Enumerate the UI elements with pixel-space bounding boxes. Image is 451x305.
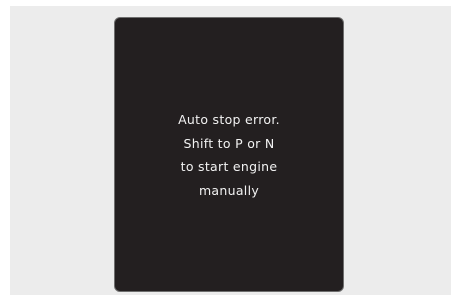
warning-message: Auto stop error. Shift to P or N to star… — [115, 108, 343, 202]
warning-message-line-4: manually — [198, 182, 260, 198]
cluster-display-screen: Auto stop error. Shift to P or N to star… — [114, 17, 344, 292]
warning-message-line-1: Auto stop error. — [178, 112, 280, 127]
warning-message-line-3: to start engine — [180, 159, 278, 174]
warning-message-line-2: Shift to P or N — [183, 135, 275, 151]
